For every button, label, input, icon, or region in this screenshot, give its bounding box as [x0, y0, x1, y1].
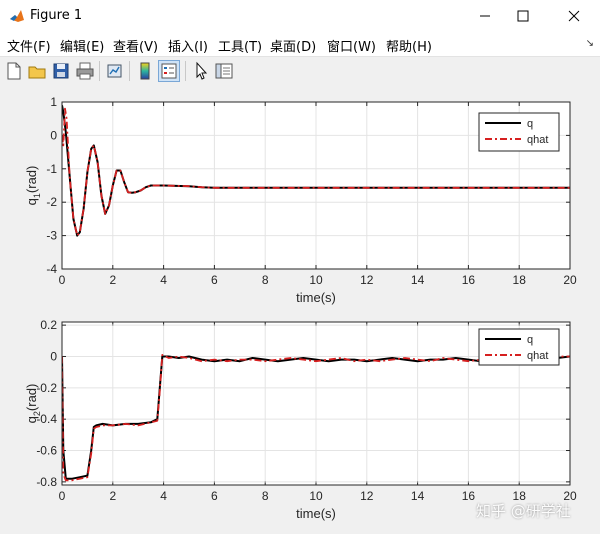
pointer-icon — [196, 61, 208, 80]
legend-label: q — [527, 118, 533, 130]
x-tick-label: 8 — [262, 273, 269, 287]
legend: q qhat — [478, 328, 560, 366]
toolbar — [0, 56, 600, 86]
menu-tools[interactable]: 工具(T) — [218, 36, 262, 55]
save-button[interactable] — [50, 60, 72, 82]
y-tick-label: 0.2 — [40, 318, 57, 332]
x-tick-label: 6 — [211, 489, 218, 503]
close-button[interactable] — [551, 0, 597, 32]
title-bar: Figure 1 — [0, 0, 600, 32]
property-editor-icon — [215, 63, 233, 79]
legend-label: q — [527, 334, 533, 346]
y-tick-label: -0.8 — [36, 475, 57, 489]
menu-insert[interactable]: 插入(I) — [168, 36, 208, 55]
close-icon — [568, 10, 580, 22]
x-tick-label: 20 — [563, 273, 577, 287]
menu-help[interactable]: 帮助(H) — [386, 36, 432, 55]
print-icon — [76, 62, 94, 80]
x-tick-label: 6 — [211, 273, 218, 287]
x-axis-label: time(s) — [296, 506, 336, 521]
link-plot-button[interactable] — [104, 60, 126, 82]
x-tick-label: 8 — [262, 489, 269, 503]
watermark: 知乎 @研学社 — [476, 502, 571, 520]
x-tick-label: 4 — [160, 273, 167, 287]
y-tick-label: 0 — [50, 128, 57, 142]
x-tick-label: 12 — [360, 489, 374, 503]
menu-view[interactable]: 查看(V) — [113, 36, 158, 55]
pointer-button[interactable] — [190, 60, 212, 82]
colorbar-button[interactable] — [134, 60, 156, 82]
legend: q qhat — [478, 112, 560, 152]
axes-1: 0 2 4 6 8 10 12 14 16 18 2010-1-2-3-4time(s)q1(rad… — [24, 95, 577, 305]
plot-canvas: 0 2 4 6 8 10 12 14 16 18 2010-1-2-3-4time(s)q1(rad… — [24, 95, 577, 521]
link-plot-icon — [107, 64, 122, 78]
y-tick-label: -1 — [46, 162, 57, 176]
menu-edit[interactable]: 编辑(E) — [60, 36, 104, 55]
y-tick-label: 1 — [50, 95, 57, 109]
property-editor-button[interactable] — [213, 60, 235, 82]
x-tick-label: 18 — [513, 273, 527, 287]
axes-2: 0 2 4 6 8 10 12 14 16 18 200.20-0.2-0.4-0.6-0.8tim… — [24, 318, 577, 521]
y-tick-label: -3 — [46, 229, 57, 243]
matlab-logo-icon — [10, 10, 24, 22]
x-tick-label: 10 — [309, 273, 323, 287]
x-tick-label: 0 — [59, 273, 66, 287]
x-tick-label: 0 — [59, 489, 66, 503]
open-button[interactable] — [26, 60, 48, 82]
x-tick-label: 16 — [462, 489, 476, 503]
y-axis-label: q1(rad) — [24, 166, 42, 206]
x-tick-label: 2 — [109, 489, 116, 503]
legend-icon — [161, 63, 177, 79]
menu-overflow-arrow-icon[interactable]: ↘ — [586, 38, 594, 49]
menu-desktop[interactable]: 桌面(D) — [270, 36, 316, 55]
menu-window[interactable]: 窗口(W) — [327, 36, 376, 55]
toolbar-separator — [129, 61, 130, 81]
x-tick-label: 4 — [160, 489, 167, 503]
new-figure-button[interactable] — [3, 60, 25, 82]
print-button[interactable] — [74, 60, 96, 82]
toolbar-separator — [99, 61, 100, 81]
maximize-icon — [517, 10, 529, 22]
y-tick-label: 0 — [50, 349, 57, 363]
x-tick-label: 10 — [309, 489, 323, 503]
maximize-button[interactable] — [500, 0, 546, 32]
new-figure-icon — [7, 62, 21, 80]
y-tick-label: -4 — [46, 262, 57, 276]
toolbar-separator — [185, 61, 186, 81]
legend-label: qhat — [527, 134, 548, 146]
x-tick-label: 16 — [462, 273, 476, 287]
x-tick-label: 14 — [411, 489, 425, 503]
open-icon — [28, 66, 46, 79]
y-tick-label: -0.6 — [36, 444, 57, 458]
x-tick-label: 2 — [109, 273, 116, 287]
y-tick-label: -2 — [46, 195, 57, 209]
y-tick-label: -0.2 — [36, 381, 57, 395]
legend-button[interactable] — [158, 60, 180, 82]
x-tick-label: 12 — [360, 273, 374, 287]
save-icon — [53, 63, 69, 79]
menu-file[interactable]: 文件(F) — [7, 36, 51, 55]
window-title: Figure 1 — [30, 8, 83, 23]
colorbar-icon — [140, 62, 150, 80]
menu-bar: 文件(F) 编辑(E) 查看(V) 插入(I) 工具(T) 桌面(D) 窗口(W… — [0, 32, 600, 56]
legend-label: qhat — [527, 350, 548, 362]
x-axis-label: time(s) — [296, 290, 336, 305]
x-tick-label: 14 — [411, 273, 425, 287]
